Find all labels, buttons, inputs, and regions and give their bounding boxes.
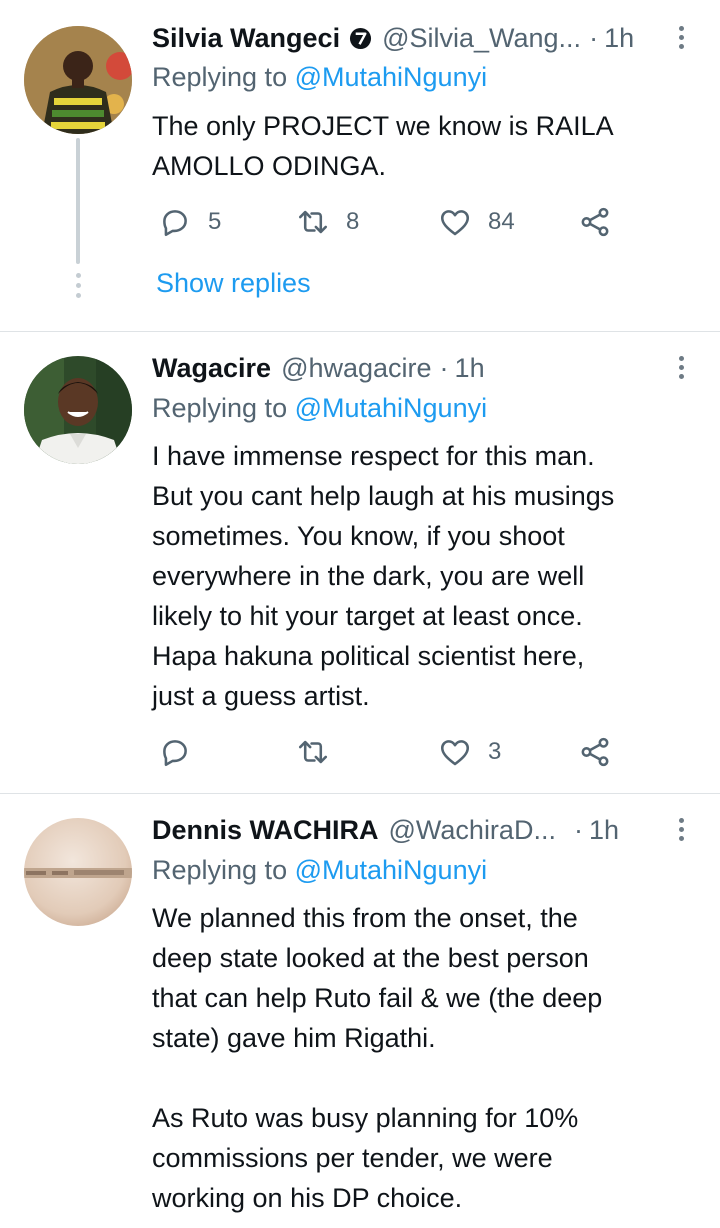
- handle[interactable]: @WachiraD...: [389, 815, 556, 846]
- tweet-silvia[interactable]: Silvia Wangeci @Silvia_Wang... · 1h Repl…: [0, 0, 720, 331]
- timestamp[interactable]: 1h: [589, 815, 619, 846]
- share-button[interactable]: [578, 732, 612, 772]
- handle[interactable]: @hwagacire: [281, 353, 431, 384]
- replying-to: Replying to @MutahiNgunyi: [152, 855, 487, 886]
- more-options-icon[interactable]: [676, 26, 686, 53]
- tweet-text: We planned this from the onset, the deep…: [152, 903, 603, 1213]
- tweet-header: Wagacire @hwagacire · 1h: [152, 350, 660, 386]
- thread-dots: [72, 273, 84, 303]
- like-button[interactable]: 84: [438, 202, 515, 242]
- tweet-header: Dennis WACHIRA @WachiraD... · 1h: [152, 812, 660, 848]
- like-count: 84: [488, 208, 515, 235]
- reply-button[interactable]: 5: [158, 202, 221, 242]
- more-options-icon[interactable]: [676, 818, 686, 845]
- like-icon: [440, 210, 470, 236]
- tweet-dennis[interactable]: Dennis WACHIRA @WachiraD... · 1h Replyin…: [0, 794, 720, 1228]
- timestamp[interactable]: 1h: [604, 23, 634, 54]
- retweet-icon: [298, 740, 328, 764]
- like-count: 3: [488, 738, 502, 765]
- retweet-button[interactable]: 8: [296, 202, 359, 242]
- handle[interactable]: @Silvia_Wang...: [382, 23, 581, 54]
- share-button[interactable]: [578, 202, 612, 242]
- separator: ·: [439, 352, 449, 383]
- replying-prefix: Replying to: [152, 62, 295, 92]
- retweet-count: 8: [346, 208, 360, 235]
- timestamp[interactable]: 1h: [455, 353, 485, 384]
- reply-button[interactable]: [158, 732, 208, 772]
- display-name[interactable]: Dennis WACHIRA: [152, 815, 379, 846]
- mention-link[interactable]: @MutahiNgunyi: [295, 62, 488, 92]
- avatar[interactable]: [24, 356, 132, 464]
- replying-to: Replying to @MutahiNgunyi: [152, 62, 487, 93]
- tweet-text: The only PROJECT we know is RAILA AMOLLO…: [152, 111, 614, 181]
- separator: ·: [573, 814, 583, 845]
- action-bar: 5 8 84: [152, 202, 622, 242]
- action-bar: 3: [152, 732, 622, 772]
- replying-prefix: Replying to: [152, 393, 295, 423]
- tweet-wagacire[interactable]: Wagacire @hwagacire · 1h Replying to @Mu…: [0, 332, 720, 792]
- replying-prefix: Replying to: [152, 855, 295, 885]
- reply-icon: [163, 210, 187, 237]
- show-replies-link[interactable]: Show replies: [156, 268, 311, 299]
- share-icon: [581, 207, 609, 237]
- separator: ·: [589, 22, 599, 53]
- like-button[interactable]: 3: [438, 732, 501, 772]
- replying-to: Replying to @MutahiNgunyi: [152, 393, 487, 424]
- verified-badge-icon: [350, 27, 372, 49]
- mention-link[interactable]: @MutahiNgunyi: [295, 393, 488, 423]
- retweet-icon: [298, 210, 328, 234]
- tweet-header: Silvia Wangeci @Silvia_Wang... · 1h: [152, 20, 660, 56]
- avatar[interactable]: [24, 818, 132, 926]
- mention-link[interactable]: @MutahiNgunyi: [295, 855, 488, 885]
- reply-count: 5: [208, 208, 222, 235]
- thread-line: [76, 138, 80, 264]
- share-icon: [581, 737, 609, 767]
- avatar[interactable]: [24, 26, 132, 134]
- retweet-button[interactable]: [296, 732, 346, 772]
- reply-icon: [163, 740, 187, 767]
- display-name[interactable]: Wagacire: [152, 353, 271, 384]
- tweet-text: I have immense respect for this man. But…: [152, 441, 615, 711]
- more-options-icon[interactable]: [676, 356, 686, 383]
- like-icon: [440, 740, 470, 766]
- display-name[interactable]: Silvia Wangeci: [152, 23, 340, 54]
